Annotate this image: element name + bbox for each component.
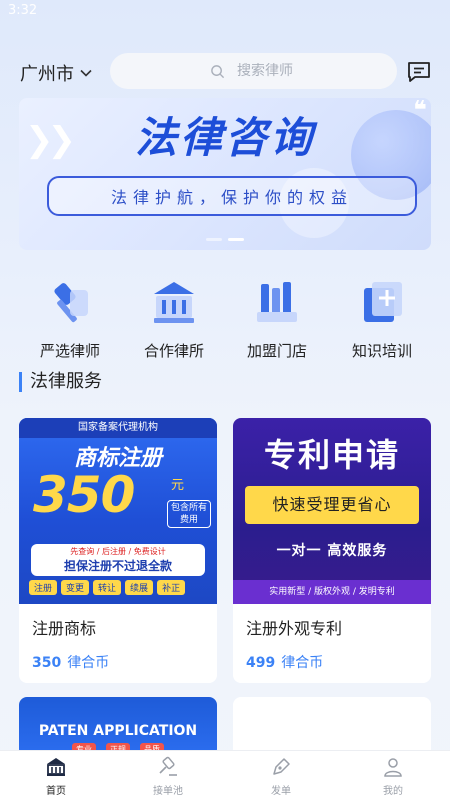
image-tag: 注册	[29, 580, 58, 595]
image-guarantee: 担保注册不过退全款	[63, 559, 172, 573]
price-unit: 律合币	[281, 655, 324, 671]
service-price: 350 律合币	[32, 652, 109, 672]
service-name: 注册商标	[32, 619, 97, 638]
courthouse-icon	[154, 282, 194, 323]
nav-label: 首页	[46, 786, 66, 797]
quick-action-stores[interactable]: 加盟门店	[227, 272, 327, 361]
image-footer: 实用新型 / 版权外观 / 发明专利	[233, 580, 431, 604]
image-tag: 变更	[61, 580, 90, 595]
service-name: 注册外观专利	[246, 619, 343, 638]
image-tag: 转让	[93, 580, 122, 595]
promo-banner[interactable]: ❯❯ ❛❛ 法律咨询 法律护航，保护你的权益	[19, 98, 431, 250]
message-icon[interactable]	[406, 60, 432, 84]
city-selector[interactable]: 广州市	[20, 60, 93, 86]
books-icon	[257, 282, 297, 322]
service-price: 499 律合币	[246, 652, 323, 672]
image-header: 国家备案代理机构	[19, 418, 217, 438]
carousel-dot-active	[228, 238, 244, 241]
image-title: 专利申请	[263, 436, 400, 474]
user-icon	[384, 758, 402, 777]
quick-actions: 严选律师 合作律所 加盟门店 知识培训	[0, 272, 450, 362]
quick-action-firms[interactable]: 合作律所	[124, 272, 224, 361]
home-icon	[47, 758, 65, 776]
service-card-trademark[interactable]: 国家备案代理机构 商标注册 350 元 包含所有费用 先查询 / 后注册 / 免…	[19, 418, 217, 683]
service-card-patent-application[interactable]: PATEN APPLICATION 专业 正规 品质	[19, 697, 217, 757]
top-bar: 广州市	[0, 52, 450, 92]
image-guarantee-box: 先查询 / 后注册 / 免费设计 担保注册不过退全款	[31, 544, 205, 576]
nav-label: 接单池	[153, 786, 183, 797]
nav-post-order[interactable]: 发单	[251, 756, 311, 797]
image-included: 包含所有费用	[167, 500, 211, 528]
nav-label: 发单	[271, 786, 291, 797]
section-title: 法律服务	[19, 372, 102, 392]
image-tags: 注册 变更 转让 续展 补正	[29, 580, 186, 595]
image-tag: 续展	[125, 580, 154, 595]
gavel-icon	[159, 756, 177, 776]
status-time: 3:32	[8, 3, 38, 18]
add-book-icon	[364, 282, 402, 322]
banner-title: 法律咨询	[134, 113, 315, 162]
service-card-patent[interactable]: 专利申请 快速受理更省心 一对一 高效服务 实用新型 / 版权外观 / 发明专利…	[233, 418, 431, 683]
quick-action-training[interactable]: 知识培训	[332, 272, 432, 361]
quick-action-label: 严选律师	[39, 342, 100, 360]
search-bar[interactable]	[110, 53, 397, 89]
city-label: 广州市	[20, 64, 74, 85]
service-image: 专利申请 快速受理更省心 一对一 高效服务 实用新型 / 版权外观 / 发明专利	[233, 418, 431, 604]
image-tagline: 一对一 高效服务	[276, 543, 388, 559]
carousel-dot	[206, 238, 222, 241]
image-note: 先查询 / 后注册 / 免费设计	[70, 547, 166, 556]
quick-action-label: 知识培训	[351, 342, 412, 360]
quick-action-lawyers[interactable]: 严选律师	[20, 272, 120, 361]
nav-home[interactable]: 首页	[26, 756, 86, 797]
banner-slogan: 法律护航，保护你的权益	[47, 176, 417, 216]
image-tag: 补正	[157, 580, 186, 595]
image-highlight: 快速受理更省心	[245, 486, 419, 524]
price-value: 350	[32, 655, 62, 671]
pen-icon	[273, 758, 290, 775]
image-title: PATEN APPLICATION	[38, 723, 198, 739]
price-unit: 律合币	[67, 655, 110, 671]
bottom-nav: 首页 接单池 发单 我的	[0, 750, 450, 800]
gavel-icon	[54, 283, 88, 323]
price-value: 499	[246, 655, 276, 671]
service-image: 国家备案代理机构 商标注册 350 元 包含所有费用 先查询 / 后注册 / 免…	[19, 418, 217, 604]
image-price: 350	[33, 466, 135, 524]
nav-profile[interactable]: 我的	[363, 756, 423, 797]
carousel-indicator	[19, 238, 431, 241]
quick-action-label: 合作律所	[143, 342, 204, 360]
quick-action-label: 加盟门店	[246, 342, 307, 360]
service-card-placeholder[interactable]	[233, 697, 431, 757]
search-icon	[211, 64, 225, 78]
nav-label: 我的	[383, 786, 403, 797]
service-image: PATEN APPLICATION 专业 正规 品质	[19, 697, 217, 757]
image-currency: 元	[171, 478, 185, 493]
search-input[interactable]	[237, 63, 357, 79]
chevron-down-icon	[80, 69, 92, 77]
nav-order-pool[interactable]: 接单池	[138, 756, 198, 797]
